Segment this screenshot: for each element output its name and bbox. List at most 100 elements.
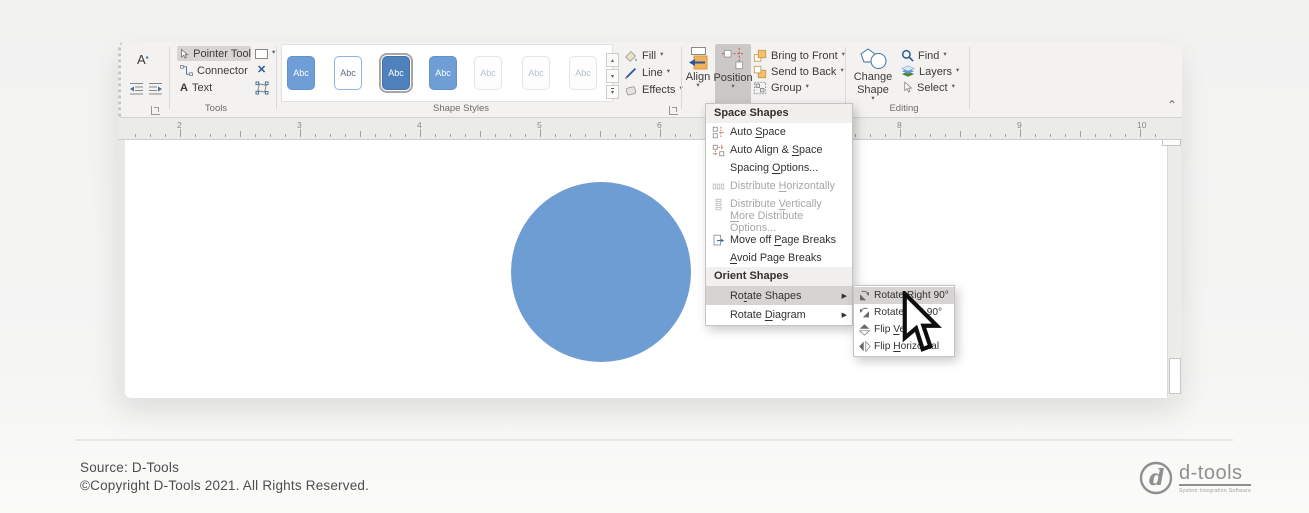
line-button[interactable]: Line ▾ [624,65,670,80]
ruler-tick [990,133,991,137]
group-separator [969,47,970,109]
menu-item-auto-align-space[interactable]: Auto Align & Space [706,141,852,159]
ruler-tick [930,133,931,137]
find-icon [901,49,914,62]
text-tool-label: Text [191,81,213,94]
text-tool-button[interactable]: A Text [177,80,212,95]
scroll-up-button[interactable]: ▲ [1162,140,1181,146]
ruler-tick [960,131,961,137]
ruler-tick [510,133,511,137]
font-grow-icon: A [137,52,146,67]
group-separator [169,47,170,109]
ruler-tick [1110,133,1111,137]
mouse-cursor [902,291,942,352]
shape-styles-dialog-launcher[interactable] [669,106,678,115]
menu-item-more-distribute-options[interactable]: More Distribute Options... [706,210,852,234]
fill-button[interactable]: Fill ▾ [624,48,663,63]
ruler-tick [885,133,886,137]
gallery-scroll-down-button[interactable]: ▾ [606,69,619,83]
shape-style-swatch[interactable]: Abc [522,56,550,90]
ruler-tick [495,133,496,137]
ruler-tick [450,133,451,137]
chevron-up-icon: ⌃ [1167,98,1178,112]
gallery-more-button[interactable]: ▾ [606,85,619,99]
indent-left-button[interactable] [129,82,144,95]
ruler-tick [1005,133,1006,137]
ruler-tick [315,133,316,137]
ruler-tick [300,129,301,137]
scroll-down-icon: ▾ [610,73,614,80]
ruler-tick [150,133,151,137]
gallery-scroll-up-button[interactable]: ▴ [606,53,619,67]
ruler-tick [525,133,526,137]
connector-button[interactable]: Connector [177,63,248,78]
ruler-tick [900,129,901,137]
ruler-tick [165,133,166,137]
ribbon: A▴ Pointer Tool Connector A Text ▾ ✕ Too… [118,42,1182,118]
ruler-label: 2 [177,120,182,130]
drawing-page[interactable] [125,140,1167,398]
blue-circle-shape[interactable] [511,182,691,362]
menu-item-spacing-options[interactable]: Spacing Options... [706,159,852,177]
ruler-tick [390,133,391,137]
layers-label: Layers [919,65,953,78]
find-button[interactable]: Find ▾ [901,48,947,63]
menu-item-auto-space[interactable]: Auto Space [706,123,852,141]
scrollbar-thumb[interactable] [1169,358,1181,394]
group-button[interactable]: Group ▾ [753,80,809,95]
flip-horizontal-icon [854,340,874,353]
ruler-tick [945,133,946,137]
ruler-tick [1140,129,1141,137]
connection-point-x-button[interactable]: ✕ [257,63,266,76]
ruler-tick [1035,133,1036,137]
submenu-arrow-icon: ▶ [841,292,847,300]
bring-to-front-icon [753,49,767,62]
shape-style-swatch-selected[interactable]: Abc [379,53,413,93]
menu-item-rotate-diagram[interactable]: Rotate Diagram ▶ [706,305,852,324]
menu-item-move-off-page-breaks[interactable]: Move off Page Breaks [706,231,852,249]
menu-item-label: Auto Space [730,126,786,138]
ruler-tick [210,133,211,137]
rectangle-tool-button[interactable]: ▾ [255,46,275,61]
ruler-tick [1080,131,1081,137]
menu-item-label: Avoid Page Breaks [730,252,822,264]
logo-tagline: System Integration Software [1179,487,1252,494]
shape-style-swatch[interactable]: Abc [287,56,315,90]
paragraph-dialog-launcher[interactable] [151,106,160,115]
effects-button[interactable]: Effects ▾ [624,82,683,97]
submenu-arrow-icon: ▶ [841,311,847,319]
menu-item-distribute-horizontally[interactable]: Distribute Horizontally [706,177,852,195]
bring-to-front-button[interactable]: Bring to Front ▾ [753,48,845,63]
shape-style-swatch[interactable]: Abc [474,56,502,90]
send-to-back-button[interactable]: Send to Back ▾ [753,64,844,79]
transform-tool-button[interactable] [255,81,269,95]
caret-down-icon: ▾ [840,67,844,75]
position-dropdown-menu: Space Shapes Auto Space Auto Align & Space… [705,103,853,326]
ruler-tick [255,133,256,137]
connector-label: Connector [197,64,248,77]
select-icon [904,81,913,93]
ruler-tick [480,131,481,137]
group-icon [753,81,767,94]
layers-button[interactable]: Layers ▾ [901,64,959,79]
tools-group-label: Tools [204,103,228,114]
change-shape-label: Change Shape [853,71,893,96]
shape-style-swatch[interactable]: Abc [429,56,457,90]
menu-item-label: Spacing Options... [730,162,819,174]
ruler-tick [975,133,976,137]
vertical-scrollbar[interactable] [1167,146,1181,396]
font-grow-button[interactable]: A▴ [137,52,149,67]
pointer-tool-button[interactable]: Pointer Tool [177,46,251,61]
collapse-ribbon-button[interactable]: ⌃ [1167,98,1177,112]
menu-item-rotate-shapes[interactable]: Rotate Shapes ▶ [706,286,852,305]
rotate-left-icon [854,306,874,319]
change-shape-icon [859,48,886,69]
shape-style-swatch[interactable]: Abc [334,56,362,90]
ruler-tick [660,129,661,137]
menu-item-avoid-page-breaks[interactable]: Avoid Page Breaks [706,249,852,267]
indent-right-button[interactable] [148,82,163,95]
shape-style-swatch[interactable]: Abc [569,56,597,90]
select-button[interactable]: Select ▾ [901,80,955,95]
change-shape-button[interactable]: Change Shape ▾ [849,45,897,103]
caret-down-icon: ▾ [731,83,735,90]
